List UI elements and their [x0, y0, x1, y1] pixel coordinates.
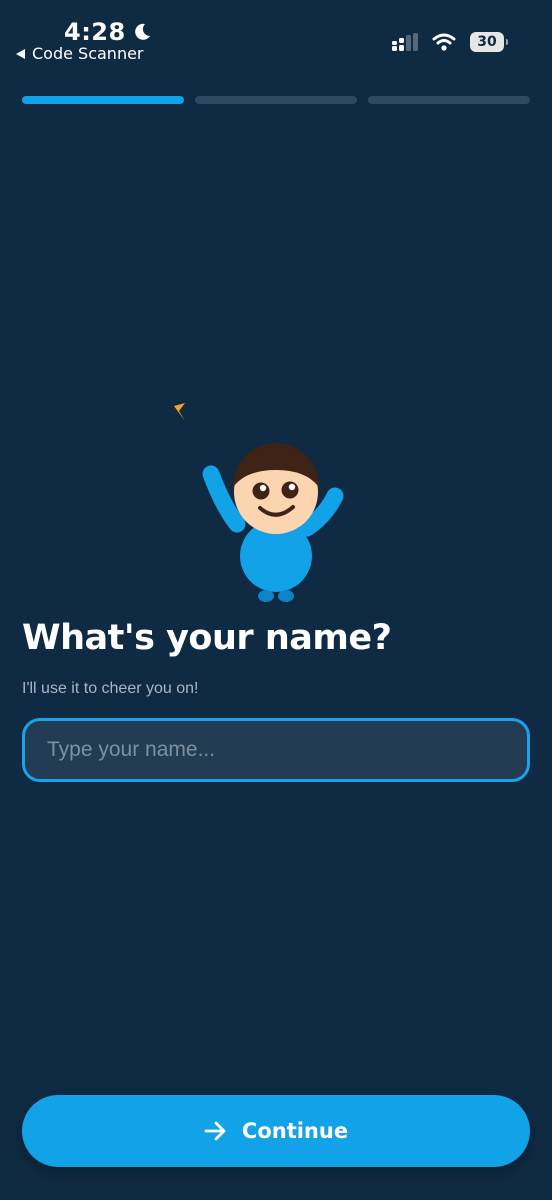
progress-step-2	[195, 96, 357, 104]
onboarding-progress	[22, 96, 530, 104]
battery-level: 30	[477, 34, 497, 50]
back-triangle-icon	[16, 48, 25, 59]
waving-mascot-icon	[165, 396, 365, 610]
continue-button-label: Continue	[241, 1119, 349, 1143]
continue-button[interactable]: Continue	[22, 1095, 530, 1167]
moon-icon	[132, 22, 152, 42]
progress-step-1	[22, 96, 184, 104]
status-time: 4:28	[64, 18, 126, 46]
cellular-signal-icon	[392, 33, 418, 51]
name-input[interactable]	[22, 718, 530, 782]
status-bar: 4:28 Code Scanner 30	[0, 0, 552, 80]
status-indicators: 30	[392, 32, 508, 52]
sparkle-icon	[174, 403, 185, 421]
progress-step-3	[368, 96, 530, 104]
back-to-app-link[interactable]: Code Scanner	[16, 44, 144, 63]
back-app-label: Code Scanner	[32, 44, 144, 63]
time-row: 4:28	[64, 18, 152, 46]
page-subtitle: I'll use it to cheer you on!	[22, 680, 199, 697]
battery-icon: 30	[470, 32, 508, 52]
wifi-icon	[432, 33, 456, 51]
page-title: What's your name?	[22, 618, 392, 658]
arrow-right-icon	[204, 1121, 226, 1141]
